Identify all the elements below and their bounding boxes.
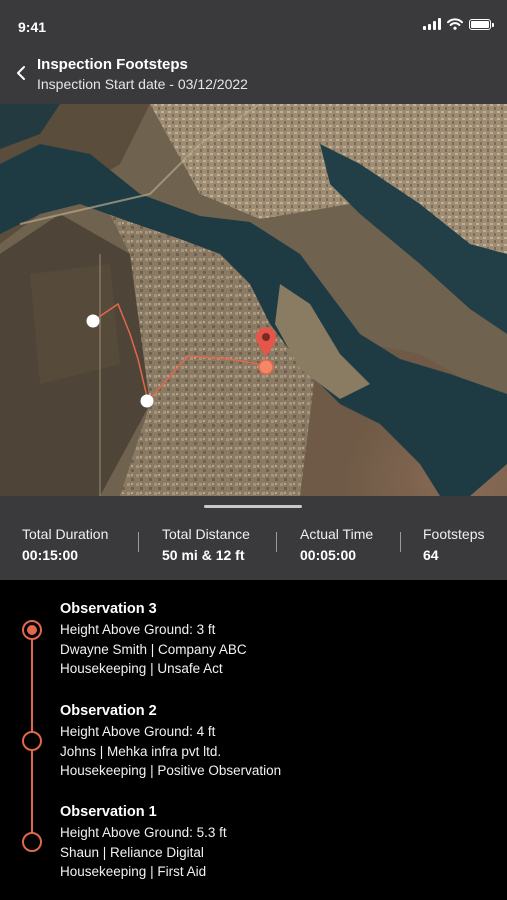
timeline-node[interactable] (22, 832, 42, 852)
observation-title: Observation 1 (60, 804, 157, 820)
observation-category: Housekeeping | First Aid (60, 864, 207, 880)
observation-height: Height Above Ground: 5.3 ft (60, 825, 227, 840)
app-header: 9:41 Inspection Footsteps Inspection Sta… (0, 0, 507, 104)
stat-label: Total Duration (22, 526, 109, 542)
route-waypoint[interactable] (86, 314, 100, 328)
status-time: 9:41 (18, 19, 47, 35)
wifi-icon (447, 18, 463, 30)
battery-icon (469, 18, 494, 30)
stat-total-distance: Total Distance 50 mi & 12 ft (162, 526, 250, 563)
satellite-map[interactable] (0, 104, 507, 496)
stat-value: 00:05:00 (300, 547, 357, 563)
stat-label: Footsteps (423, 526, 485, 542)
observation-title: Observation 2 (60, 703, 157, 719)
stat-actual-time: Actual Time 00:05:00 (300, 526, 373, 563)
observation-item[interactable]: Observation 3 Height Above Ground: 3 ft … (60, 601, 247, 679)
stat-footsteps: Footsteps 64 (423, 526, 484, 563)
observation-height: Height Above Ground: 3 ft (60, 622, 216, 637)
drag-handle[interactable] (204, 505, 302, 508)
chevron-left-icon[interactable] (12, 62, 32, 84)
observation-timeline: Observation 3 Height Above Ground: 3 ft … (0, 580, 507, 900)
cellular-signal-icon (423, 18, 441, 30)
map-canvas (0, 104, 507, 496)
stat-label: Actual Time (300, 526, 374, 542)
observation-category: Housekeeping | Unsafe Act (60, 661, 223, 677)
timeline-node[interactable] (22, 731, 42, 751)
divider (400, 532, 401, 552)
stat-value: 00:15:00 (22, 547, 79, 563)
observation-title: Observation 3 (60, 601, 157, 617)
observation-height: Height Above Ground: 4 ft (60, 724, 216, 739)
route-current-point[interactable] (258, 359, 274, 375)
route-waypoint[interactable] (140, 394, 154, 408)
observation-item[interactable]: Observation 1 Height Above Ground: 5.3 f… (60, 804, 227, 882)
observation-person: Dwayne Smith | Company ABC (60, 641, 247, 657)
page-title: Inspection Footsteps (37, 56, 188, 73)
observation-item[interactable]: Observation 2 Height Above Ground: 4 ft … (60, 703, 281, 781)
stat-total-duration: Total Duration 00:15:00 (22, 526, 108, 563)
divider (276, 532, 277, 552)
stat-value: 64 (423, 547, 439, 563)
inspection-stats-panel: Total Duration 00:15:00 Total Distance 5… (0, 496, 507, 580)
observation-category: Housekeeping | Positive Observation (60, 763, 282, 779)
timeline-node-active[interactable] (22, 620, 42, 640)
observation-person: Johns | Mehka infra pvt ltd. (60, 743, 222, 759)
stat-value: 50 mi & 12 ft (162, 547, 245, 563)
status-icons (423, 18, 494, 30)
divider (138, 532, 139, 552)
status-bar: 9:41 (0, 0, 507, 48)
page-subtitle: Inspection Start date - 03/12/2022 (37, 76, 248, 92)
observation-person: Shaun | Reliance Digital (60, 844, 204, 860)
stat-label: Total Distance (162, 526, 250, 542)
